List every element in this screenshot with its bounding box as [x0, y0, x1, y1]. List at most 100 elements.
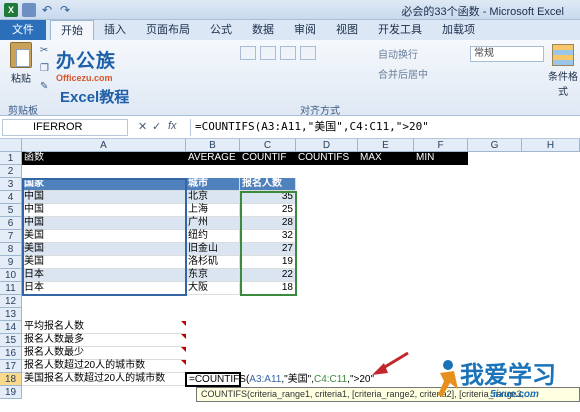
- table-cell[interactable]: 中国: [22, 204, 186, 217]
- tab-home[interactable]: 开始: [50, 20, 94, 40]
- col-header-d[interactable]: D: [296, 139, 358, 152]
- table-cell[interactable]: 中国: [22, 217, 186, 230]
- row-header[interactable]: 5: [0, 204, 22, 217]
- table-cell[interactable]: 18: [240, 282, 296, 295]
- table-cell[interactable]: 32: [240, 230, 296, 243]
- row-header[interactable]: 8: [0, 243, 22, 256]
- comment-indicator-icon[interactable]: [181, 321, 186, 326]
- wrap-text-button[interactable]: 自动换行: [378, 46, 418, 61]
- align-bottom-icon[interactable]: [280, 46, 296, 60]
- undo-icon[interactable]: ↶: [40, 3, 54, 17]
- cell-e1[interactable]: MAX: [358, 152, 414, 165]
- col-header-f[interactable]: F: [414, 139, 468, 152]
- comment-indicator-icon[interactable]: [181, 334, 186, 339]
- table-cell[interactable]: 中国: [22, 191, 186, 204]
- number-format-select[interactable]: 常规: [470, 46, 544, 62]
- row-header[interactable]: 17: [0, 360, 22, 373]
- row-header[interactable]: 11: [0, 282, 22, 295]
- label-count-over-20[interactable]: 报名人数超过20人的城市数: [22, 360, 186, 373]
- tab-view[interactable]: 视图: [326, 20, 368, 40]
- table-cell[interactable]: 北京: [186, 191, 240, 204]
- row-header[interactable]: 10: [0, 269, 22, 282]
- row-header[interactable]: 16: [0, 347, 22, 360]
- excel-app-icon[interactable]: X: [4, 3, 18, 17]
- col-header-h[interactable]: H: [522, 139, 580, 152]
- name-box[interactable]: IFERROR: [2, 119, 128, 136]
- table-header-country[interactable]: 国家: [22, 178, 186, 191]
- copy-icon[interactable]: ❐: [40, 64, 50, 74]
- table-cell[interactable]: 25: [240, 204, 296, 217]
- label-avg[interactable]: 平均报名人数: [22, 321, 186, 334]
- table-cell[interactable]: 19: [240, 256, 296, 269]
- tab-review[interactable]: 审阅: [284, 20, 326, 40]
- align-middle-icon[interactable]: [260, 46, 276, 60]
- row-header[interactable]: 3: [0, 178, 22, 191]
- cell-a1[interactable]: 函数: [22, 152, 186, 165]
- row-header[interactable]: 13: [0, 308, 22, 321]
- row-header[interactable]: 19: [0, 386, 22, 399]
- select-all-corner[interactable]: [0, 139, 22, 152]
- cut-icon[interactable]: ✂: [40, 46, 50, 56]
- row-header[interactable]: 4: [0, 191, 22, 204]
- insert-function-icon[interactable]: fx: [168, 120, 177, 132]
- row-header[interactable]: 1: [0, 152, 22, 165]
- table-cell[interactable]: 广州: [186, 217, 240, 230]
- table-cell[interactable]: 美国: [22, 243, 186, 256]
- table-cell[interactable]: 洛杉矶: [186, 256, 240, 269]
- tab-addins[interactable]: 加载项: [432, 20, 485, 40]
- col-header-a[interactable]: A: [22, 139, 186, 152]
- align-top-icon[interactable]: [240, 46, 256, 60]
- paste-button[interactable]: 粘贴: [6, 42, 36, 88]
- tab-insert[interactable]: 插入: [94, 20, 136, 40]
- label-us-count-over-20[interactable]: 美国报名人数超过20人的城市数: [22, 373, 186, 386]
- table-header-count[interactable]: 报名人数: [240, 178, 296, 191]
- formula-input[interactable]: =COUNTIFS(A3:A11,"美国",C4:C11,">20": [190, 119, 578, 136]
- row-header[interactable]: 2: [0, 165, 22, 178]
- row-header[interactable]: 9: [0, 256, 22, 269]
- merge-center-button[interactable]: 合并后居中: [378, 66, 428, 81]
- row-header[interactable]: 6: [0, 217, 22, 230]
- cancel-icon[interactable]: ✕: [138, 120, 147, 133]
- tab-developer[interactable]: 开发工具: [368, 20, 432, 40]
- cell-b1[interactable]: AVERAGE: [186, 152, 240, 165]
- row-header[interactable]: 14: [0, 321, 22, 334]
- table-cell[interactable]: 35: [240, 191, 296, 204]
- tab-formulas[interactable]: 公式: [200, 20, 242, 40]
- active-cell-b18[interactable]: =COUNTIFS(A3:A11,"美国",C4:C11,">20": [185, 372, 374, 387]
- col-header-b[interactable]: B: [186, 139, 240, 152]
- conditional-format-button[interactable]: 条件格式: [548, 44, 578, 98]
- row-header[interactable]: 15: [0, 334, 22, 347]
- comment-indicator-icon[interactable]: [181, 347, 186, 352]
- cell-f1[interactable]: MIN: [414, 152, 468, 165]
- save-icon[interactable]: [22, 3, 36, 17]
- enter-icon[interactable]: ✓: [152, 120, 161, 133]
- table-cell[interactable]: 日本: [22, 282, 186, 295]
- label-min[interactable]: 报名人数最少: [22, 347, 186, 360]
- table-cell[interactable]: 22: [240, 269, 296, 282]
- table-cell[interactable]: 旧金山: [186, 243, 240, 256]
- row-header-active[interactable]: 18: [0, 373, 22, 386]
- tab-file[interactable]: 文件: [0, 20, 46, 40]
- col-header-e[interactable]: E: [358, 139, 414, 152]
- col-header-c[interactable]: C: [240, 139, 296, 152]
- table-cell[interactable]: 27: [240, 243, 296, 256]
- table-cell[interactable]: 纽约: [186, 230, 240, 243]
- table-cell[interactable]: 美国: [22, 256, 186, 269]
- format-painter-icon[interactable]: ✎: [40, 82, 50, 92]
- row-header[interactable]: 12: [0, 295, 22, 308]
- col-header-g[interactable]: G: [468, 139, 522, 152]
- comment-indicator-icon[interactable]: [181, 360, 186, 365]
- table-header-city[interactable]: 城市: [186, 178, 240, 191]
- label-max[interactable]: 报名人数最多: [22, 334, 186, 347]
- row-header[interactable]: 7: [0, 230, 22, 243]
- table-cell[interactable]: 大阪: [186, 282, 240, 295]
- cell-c1[interactable]: COUNTIF: [240, 152, 296, 165]
- table-cell[interactable]: 28: [240, 217, 296, 230]
- table-cell[interactable]: 美国: [22, 230, 186, 243]
- table-cell[interactable]: 日本: [22, 269, 186, 282]
- table-cell[interactable]: 上海: [186, 204, 240, 217]
- redo-icon[interactable]: ↷: [58, 3, 72, 17]
- tab-page-layout[interactable]: 页面布局: [136, 20, 200, 40]
- orientation-icon[interactable]: [300, 46, 316, 60]
- tab-data[interactable]: 数据: [242, 20, 284, 40]
